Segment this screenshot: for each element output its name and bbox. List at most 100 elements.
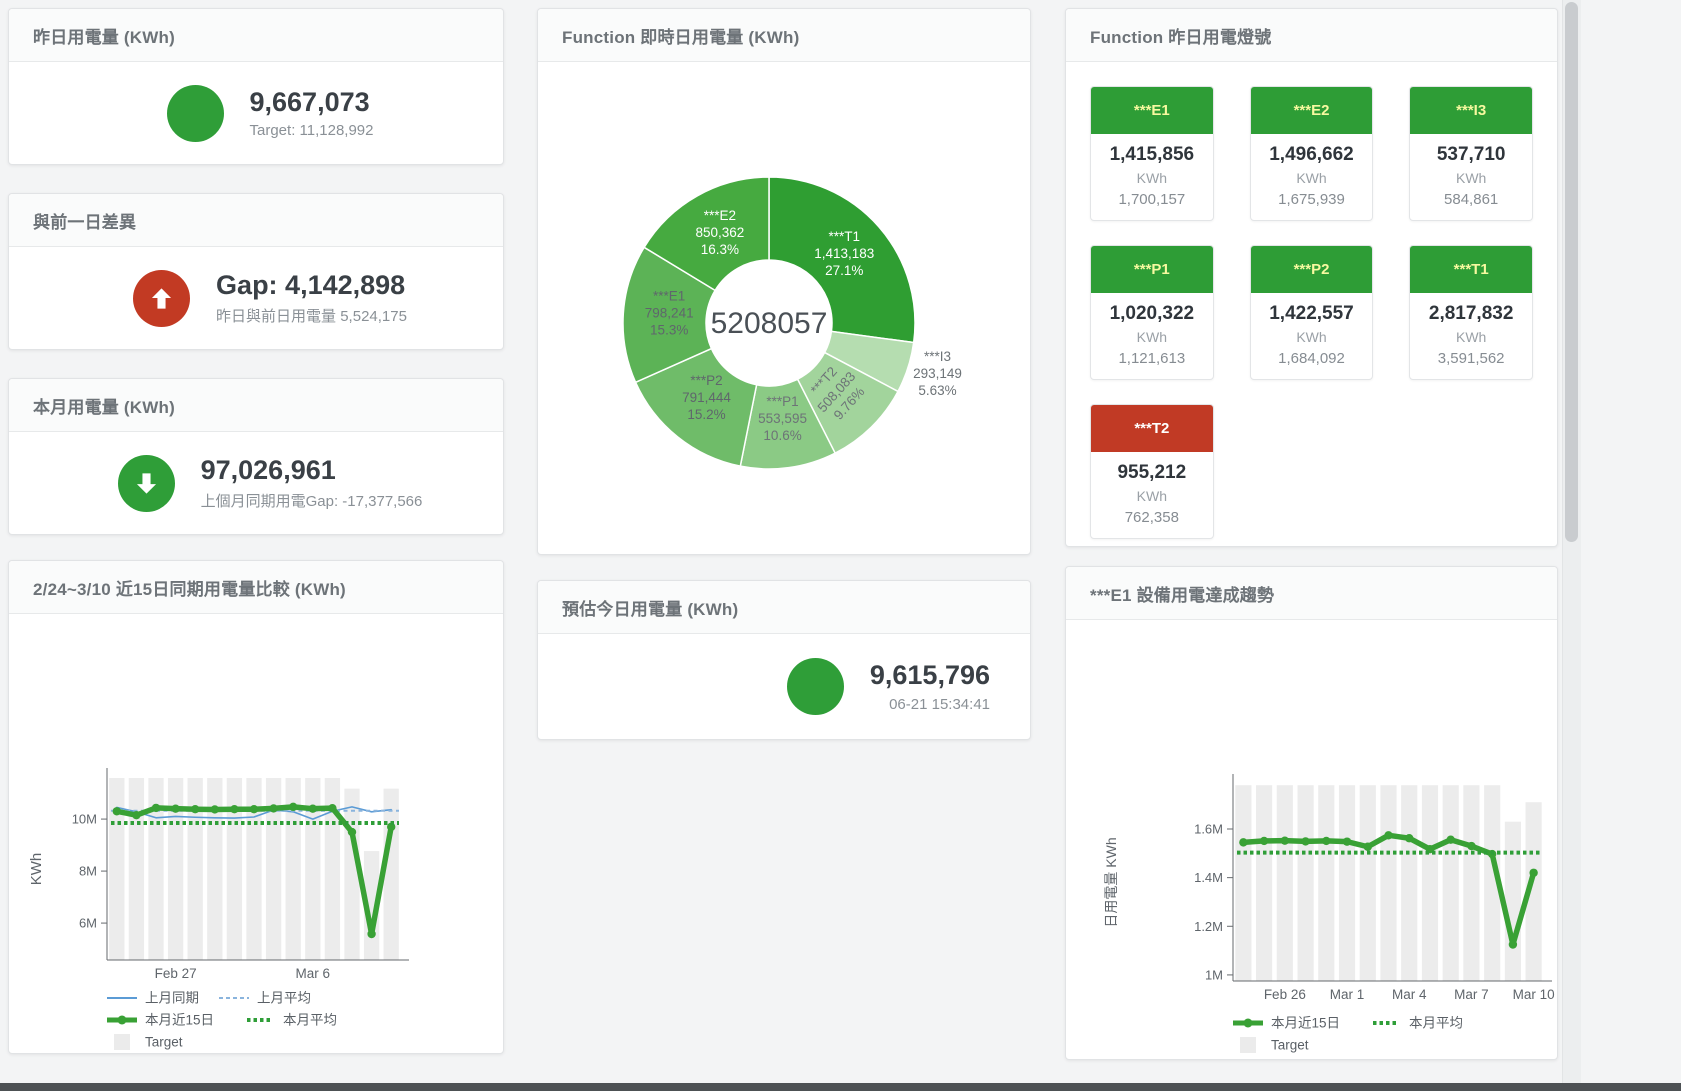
tile-unit: KWh xyxy=(1410,329,1532,345)
yesterday-lights-card: Function 昨日用電燈號 ***E1 1,415,856 KWh 1,70… xyxy=(1065,8,1558,547)
tile-unit: KWh xyxy=(1091,488,1213,504)
tile-header: ***T2 xyxy=(1091,405,1213,452)
light-tile: ***T2 955,212 KWh 762,358 xyxy=(1090,404,1214,539)
e1-trend-chart-card: ***E1 設備用電達成趨勢 1M1.2M1.4M1.6MFeb 26Mar 1… xyxy=(1065,566,1558,1060)
tile-header: ***T1 xyxy=(1410,246,1532,293)
stat-value: 97,026,961 xyxy=(201,455,423,486)
stat-value: Gap: 4,142,898 xyxy=(216,270,407,301)
svg-text:1M: 1M xyxy=(1205,967,1223,982)
stat-value: 9,615,796 xyxy=(870,660,990,691)
svg-text:本月平均: 本月平均 xyxy=(283,1013,337,1028)
tile-target: 1,121,613 xyxy=(1091,350,1213,367)
svg-text:Target: Target xyxy=(145,1035,183,1050)
light-tile: ***T1 2,817,832 KWh 3,591,562 xyxy=(1409,245,1533,380)
card-header: 預估今日用電量 (KWh) xyxy=(538,581,1030,634)
card-body: 9,615,796 06-21 15:34:41 xyxy=(538,634,1030,739)
light-tile: ***E1 1,415,856 KWh 1,700,157 xyxy=(1090,86,1214,221)
window-bottom-edge xyxy=(0,1083,1681,1091)
svg-text:KWh: KWh xyxy=(28,853,45,886)
stat-text: 9,615,796 06-21 15:34:41 xyxy=(870,660,990,712)
tile-header: ***I3 xyxy=(1410,87,1532,134)
svg-text:Mar 6: Mar 6 xyxy=(296,966,331,981)
card-header: Function 昨日用電燈號 xyxy=(1066,9,1557,62)
tile-unit: KWh xyxy=(1251,170,1373,186)
stat-subtitle: 上個月同期用電Gap: -17,377,566 xyxy=(201,490,423,511)
card-header: 本月用電量 (KWh) xyxy=(9,379,503,432)
tile-value: 955,212 xyxy=(1091,462,1213,484)
card-title: Function 昨日用電燈號 xyxy=(1090,23,1271,48)
tile-unit: KWh xyxy=(1091,329,1213,345)
tile-value: 2,817,832 xyxy=(1410,303,1532,325)
compare-15day-chart-card: 2/24~3/10 近15日同期用電量比較 (KWh) 6M8M10MFeb 2… xyxy=(8,560,504,1054)
svg-text:Feb 26: Feb 26 xyxy=(1264,987,1306,1002)
tile-value: 537,710 xyxy=(1410,144,1532,166)
status-circle-icon xyxy=(787,658,844,715)
tile-header: ***E1 xyxy=(1091,87,1213,134)
realtime-donut-chart: ***T11,413,18327.1%***I3293,1495.63%***T… xyxy=(538,9,1030,554)
svg-text:5208057: 5208057 xyxy=(711,307,828,340)
tile-target: 762,358 xyxy=(1091,509,1213,526)
card-header: 與前一日差異 xyxy=(9,194,503,247)
svg-text:***I3293,1495.63%: ***I3293,1495.63% xyxy=(913,349,962,398)
svg-text:1.6M: 1.6M xyxy=(1194,821,1223,836)
svg-text:上月平均: 上月平均 xyxy=(257,991,311,1006)
day-gap-card: 與前一日差異 Gap: 4,142,898 昨日與前日用電量 5,524,175 xyxy=(8,193,504,350)
card-header: 昨日用電量 (KWh) xyxy=(9,9,503,62)
tile-target: 584,861 xyxy=(1410,191,1532,208)
tile-unit: KWh xyxy=(1091,170,1213,186)
svg-text:本月平均: 本月平均 xyxy=(1409,1016,1463,1031)
card-body: 9,667,073 Target: 11,128,992 xyxy=(9,62,503,164)
scrollbar-thumb[interactable] xyxy=(1565,2,1578,542)
stat-text: Gap: 4,142,898 昨日與前日用電量 5,524,175 xyxy=(216,270,407,326)
stat-row: 9,615,796 06-21 15:34:41 xyxy=(538,634,1030,739)
stat-value: 9,667,073 xyxy=(250,87,374,118)
tile-value: 1,020,322 xyxy=(1091,303,1213,325)
light-tile: ***I3 537,710 KWh 584,861 xyxy=(1409,86,1533,221)
svg-text:上月同期: 上月同期 xyxy=(145,991,199,1006)
tile-unit: KWh xyxy=(1251,329,1373,345)
svg-text:本月近15日: 本月近15日 xyxy=(145,1013,214,1028)
stat-text: 97,026,961 上個月同期用電Gap: -17,377,566 xyxy=(201,455,423,511)
stat-subtitle: 昨日與前日用電量 5,524,175 xyxy=(216,305,407,326)
card-title: 與前一日差異 xyxy=(33,208,136,233)
estimate-today-card: 預估今日用電量 (KWh) 9,615,796 06-21 15:34:41 xyxy=(537,580,1031,740)
tile-unit: KWh xyxy=(1410,170,1532,186)
month-usage-card: 本月用電量 (KWh) 97,026,961 上個月同期用電Gap: -17,3… xyxy=(8,378,504,535)
stat-timestamp: 06-21 15:34:41 xyxy=(870,696,990,713)
vertical-scrollbar[interactable] xyxy=(1562,0,1581,1083)
stat-subtitle: Target: 11,128,992 xyxy=(250,122,374,139)
arrow-up-icon xyxy=(133,270,190,327)
card-body: Gap: 4,142,898 昨日與前日用電量 5,524,175 xyxy=(9,247,503,349)
svg-text:Target: Target xyxy=(1271,1038,1309,1053)
realtime-donut-card: Function 即時日用電量 (KWh) ***T11,413,18327.1… xyxy=(537,8,1031,555)
svg-text:1.4M: 1.4M xyxy=(1194,870,1223,885)
tile-target: 1,675,939 xyxy=(1251,191,1373,208)
compare-line-chart: 6M8M10MFeb 27Mar 6KWh上月同期上月平均本月近15日本月平均T… xyxy=(9,561,503,1053)
stat-row: 9,667,073 Target: 11,128,992 xyxy=(23,62,517,164)
tile-target: 1,684,092 xyxy=(1251,350,1373,367)
e1-trend-line-chart: 1M 1.2M 1.4M 1.6M Feb 26 Mar 1 Mar 4 Mar 7 Mar 1… xyxy=(1066,567,1557,1059)
svg-text:日用電量 KWh: 日用電量 KWh xyxy=(1103,837,1119,927)
card-body: 97,026,961 上個月同期用電Gap: -17,377,566 xyxy=(9,432,503,534)
svg-text:Mar 10: Mar 10 xyxy=(1513,987,1555,1002)
light-tile: ***E2 1,496,662 KWh 1,675,939 xyxy=(1250,86,1374,221)
svg-text:Mar 4: Mar 4 xyxy=(1392,987,1427,1002)
tile-header: ***E2 xyxy=(1251,87,1373,134)
lights-grid: ***E1 1,415,856 KWh 1,700,157 ***E2 1,49… xyxy=(1066,62,1557,539)
svg-text:Mar 1: Mar 1 xyxy=(1330,987,1365,1002)
tile-value: 1,422,557 xyxy=(1251,303,1373,325)
svg-text:Feb 27: Feb 27 xyxy=(155,966,197,981)
light-tile: ***P2 1,422,557 KWh 1,684,092 xyxy=(1250,245,1374,380)
svg-text:10M: 10M xyxy=(72,812,97,827)
svg-text:本月近15日: 本月近15日 xyxy=(1271,1016,1340,1031)
tile-value: 1,496,662 xyxy=(1251,144,1373,166)
yesterday-usage-card: 昨日用電量 (KWh) 9,667,073 Target: 11,128,992 xyxy=(8,8,504,165)
svg-text:Mar 7: Mar 7 xyxy=(1454,987,1489,1002)
card-title: 預估今日用電量 (KWh) xyxy=(562,595,738,620)
stat-row: Gap: 4,142,898 昨日與前日用電量 5,524,175 xyxy=(23,247,517,349)
tile-target: 1,700,157 xyxy=(1091,191,1213,208)
tile-header: ***P1 xyxy=(1091,246,1213,293)
svg-text:1.2M: 1.2M xyxy=(1194,919,1223,934)
status-circle-icon xyxy=(167,85,224,142)
svg-text:8M: 8M xyxy=(79,864,97,879)
